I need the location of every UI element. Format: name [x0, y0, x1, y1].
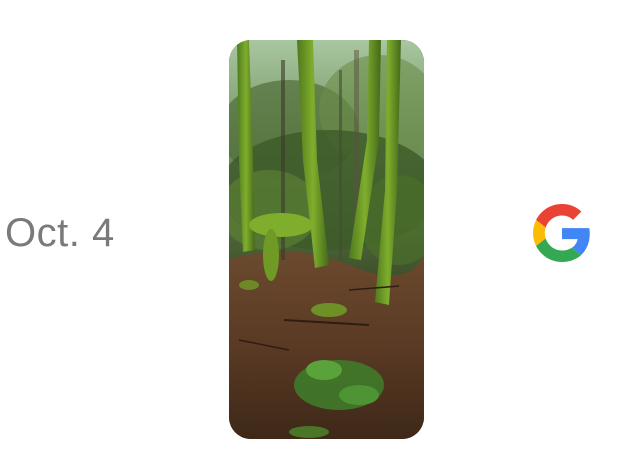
google-g-icon — [533, 204, 590, 262]
phone-silhouette — [229, 40, 424, 439]
forest-image — [229, 40, 424, 439]
teaser-canvas: Oct. 4 — [0, 0, 625, 469]
event-date: Oct. 4 — [5, 211, 115, 255]
